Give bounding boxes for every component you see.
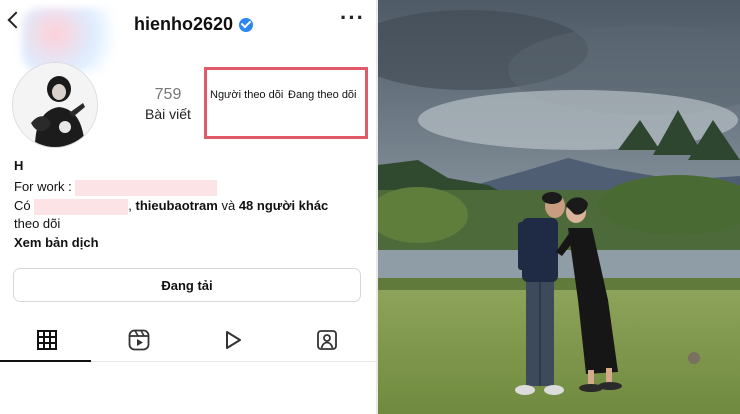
follow-suffix: theo dõi (14, 216, 61, 231)
grid-icon (37, 330, 57, 350)
landscape-photo (378, 0, 740, 414)
username-text: hienho2620 (134, 14, 234, 34)
video-play-icon (226, 331, 241, 349)
highlight-box (204, 67, 368, 139)
profile-tabs (0, 318, 376, 362)
follow-prefix: Có (14, 198, 31, 213)
posts-count: 759 (154, 86, 182, 103)
active-tab-indicator (0, 360, 91, 362)
tab-videos[interactable] (186, 318, 280, 362)
couple-kissing-photo (378, 0, 740, 414)
follow-comma: , (128, 198, 132, 213)
avatar[interactable] (12, 62, 98, 148)
verified-badge-icon (239, 17, 254, 32)
posts-label: Bài viết (145, 106, 191, 122)
follow-and: và (221, 198, 236, 213)
profile-username: hienho2620 (134, 14, 254, 35)
tab-reels[interactable] (92, 318, 186, 362)
bio-name: H (14, 158, 24, 173)
tab-grid[interactable] (0, 318, 94, 362)
see-translation-link[interactable]: Xem bản dịch (14, 235, 99, 250)
tagged-person-icon (317, 330, 337, 350)
tab-tagged[interactable] (280, 318, 374, 362)
redacted-work-contact (75, 179, 218, 196)
following-label[interactable]: Đang theo dõi (288, 89, 357, 101)
follower-username[interactable]: thieubaotram (136, 198, 218, 213)
reels-icon (128, 329, 150, 351)
more-options-icon[interactable]: ··· (340, 7, 365, 29)
blurred-overlay (22, 8, 132, 72)
work-prefix: For work : (14, 179, 72, 194)
profile-avatar-photo (13, 63, 97, 147)
bio-work-line: For work : (14, 179, 218, 196)
instagram-profile-screenshot: hienho2620 ··· 759 Bài viết Người theo d… (0, 0, 376, 414)
followers-label[interactable]: Người theo dõi (210, 89, 283, 101)
bio-followed-by-line[interactable]: Có , thieubaotram và 48 người khác (14, 198, 328, 215)
loading-button[interactable]: Đang tải (13, 268, 361, 302)
follower-others-count[interactable]: 48 người khác (239, 198, 328, 213)
redacted-follower-name (34, 198, 129, 215)
